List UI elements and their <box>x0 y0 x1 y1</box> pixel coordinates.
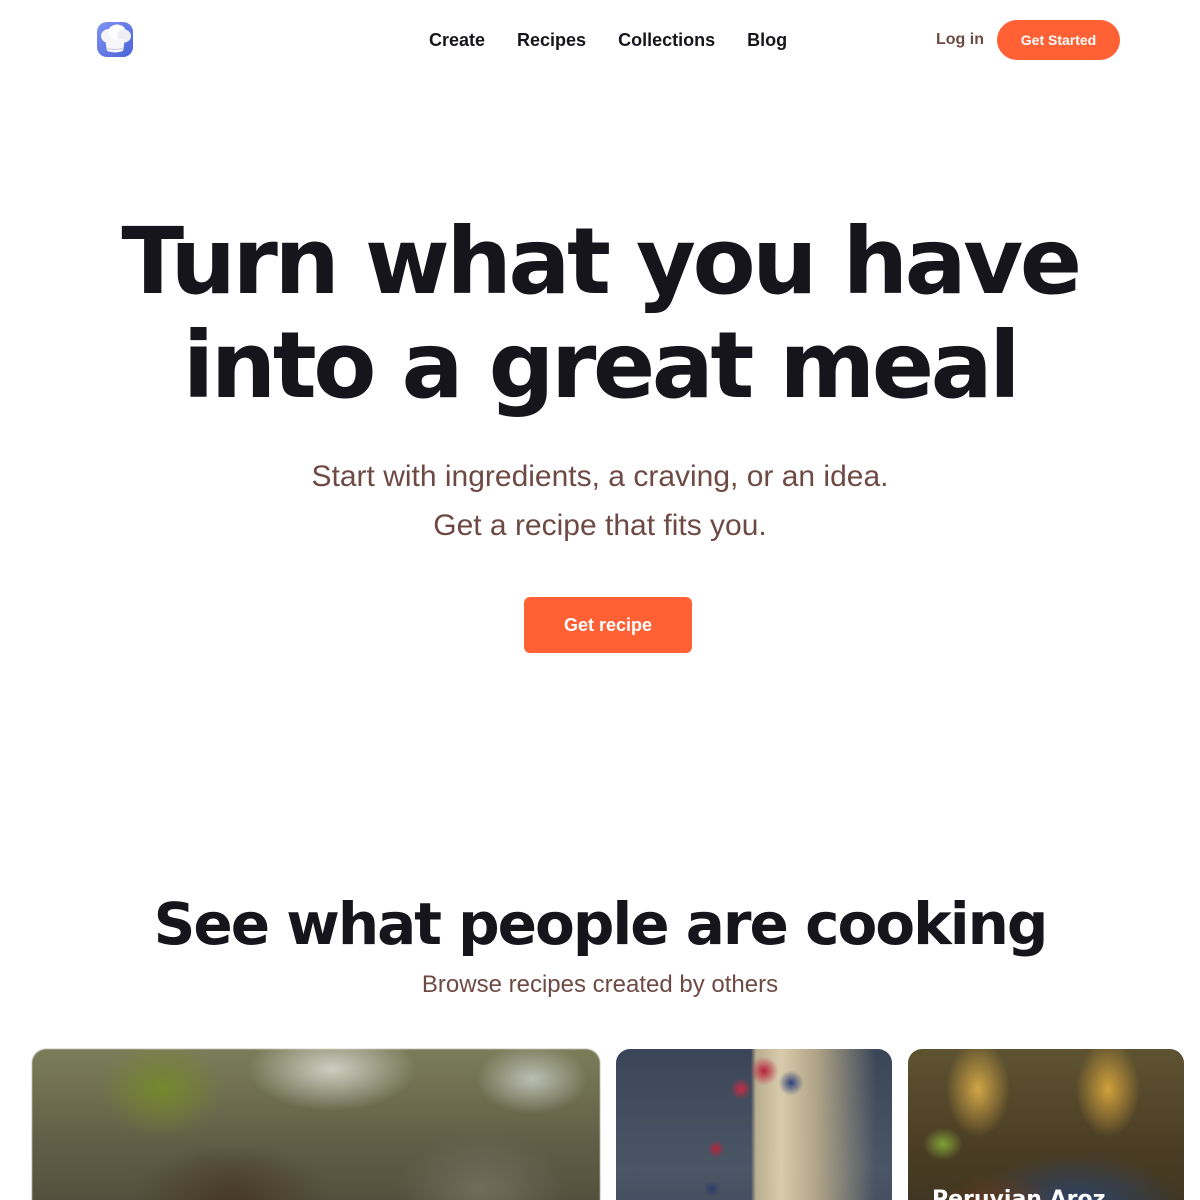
recipe-card[interactable] <box>616 1049 892 1200</box>
hero-title-line-1: Turn what you have <box>121 208 1082 315</box>
get-started-button[interactable]: Get Started <box>997 20 1120 60</box>
nav-blog[interactable]: Blog <box>747 28 787 52</box>
recipe-card[interactable]: Peruvian Aroz <box>908 1049 1184 1200</box>
hero-title: Turn what you have into a great meal <box>0 210 1200 418</box>
nav-recipes[interactable]: Recipes <box>517 28 586 52</box>
section-title: See what people are cooking <box>153 890 1049 958</box>
chef-hat-icon[interactable] <box>96 21 134 58</box>
recipe-card[interactable] <box>32 1049 600 1200</box>
recipe-card-title: Peruvian Aroz <box>932 1187 1106 1200</box>
hero-title-line-2: into a great meal <box>182 312 1021 419</box>
main-nav: Create Recipes Collections Blog <box>429 28 787 52</box>
get-recipe-button[interactable]: Get recipe <box>524 597 692 653</box>
hero-subtitle: Start with ingredients, a craving, or an… <box>0 452 1200 550</box>
nav-collections[interactable]: Collections <box>618 28 715 52</box>
nav-create[interactable]: Create <box>429 28 485 52</box>
hero-subtitle-line-2: Get a recipe that fits you. <box>433 509 767 542</box>
site-header: Create Recipes Collections Blog Log in G… <box>0 0 1200 80</box>
hero-subtitle-line-1: Start with ingredients, a craving, or an… <box>311 460 889 493</box>
section-subtitle: Browse recipes created by others <box>421 971 779 998</box>
login-link[interactable]: Log in <box>936 28 984 52</box>
